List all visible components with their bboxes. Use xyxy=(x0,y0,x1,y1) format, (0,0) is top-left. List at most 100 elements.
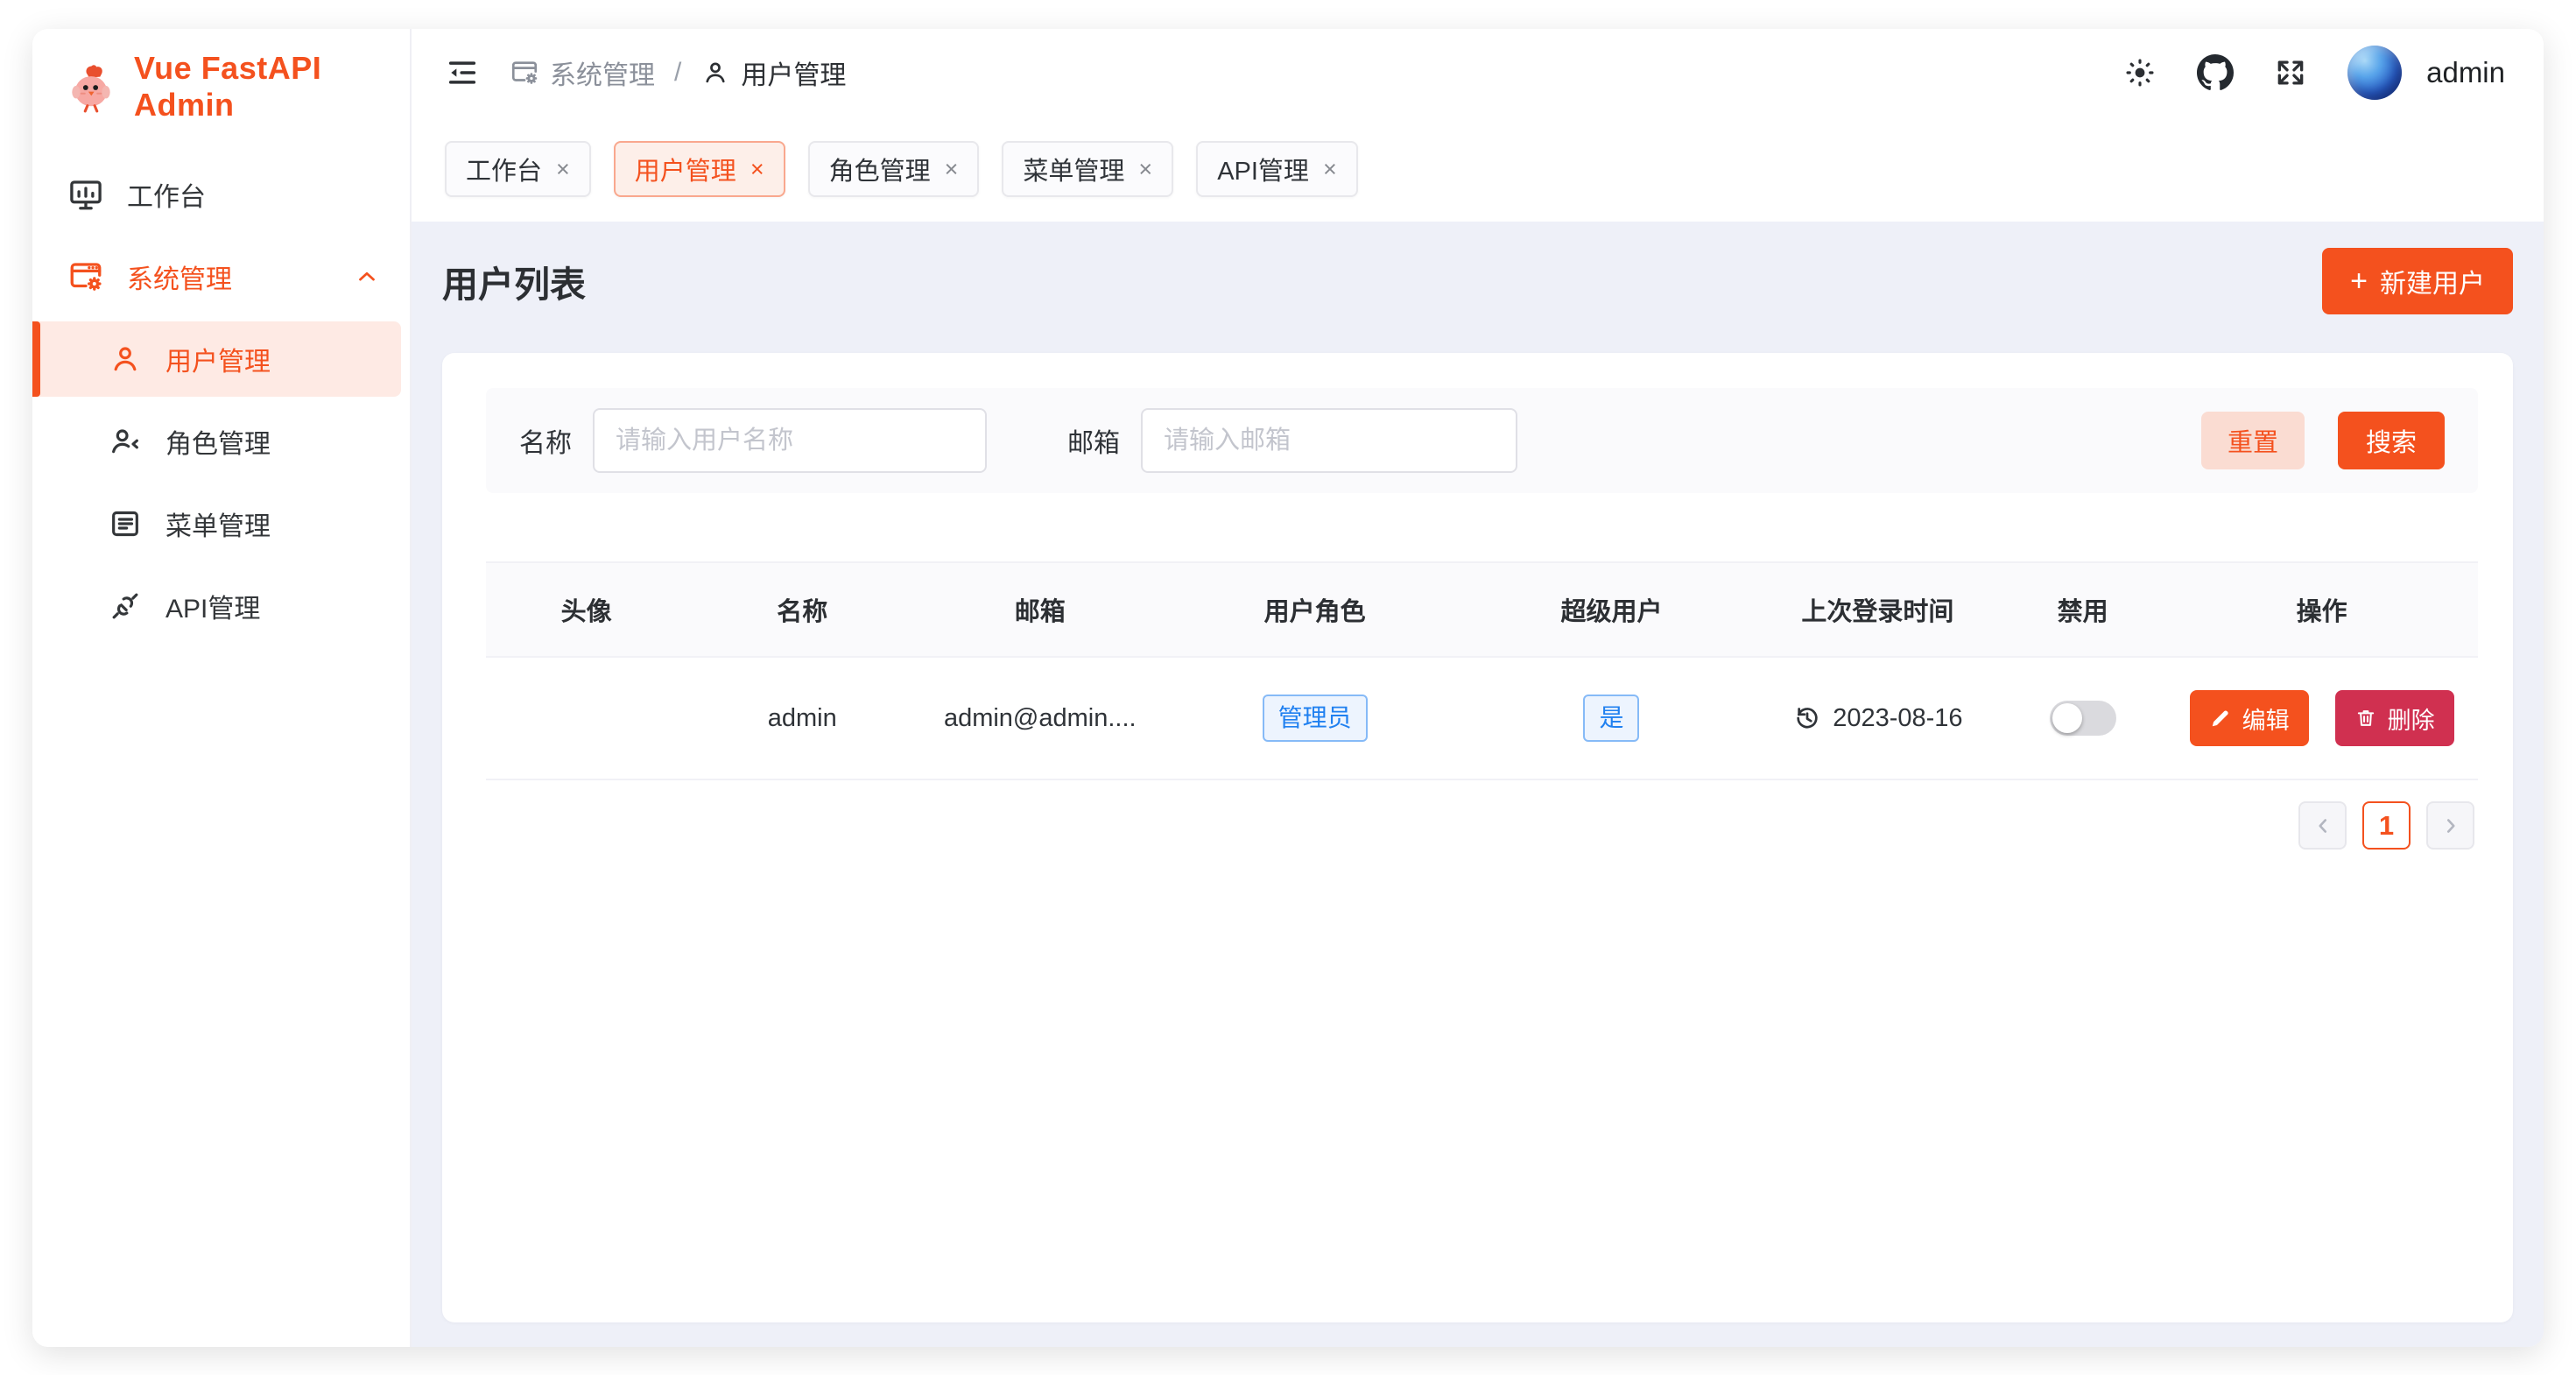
sidebar-item-workbench[interactable]: 工作台 xyxy=(32,157,410,232)
tab-close-icon[interactable]: × xyxy=(945,158,959,181)
sidebar-item-label: 用户管理 xyxy=(165,340,371,378)
tab-close-icon[interactable]: × xyxy=(1323,158,1337,181)
chick-logo-icon xyxy=(64,60,118,114)
reset-button[interactable]: 重置 xyxy=(2201,412,2305,469)
monitor-icon xyxy=(67,176,104,213)
tab-user-management[interactable]: 用户管理 × xyxy=(614,141,785,197)
delete-button[interactable]: 删除 xyxy=(2335,690,2454,746)
theme-light-icon[interactable] xyxy=(2123,56,2157,89)
topbar-right: admin xyxy=(2123,46,2505,100)
tab-close-icon[interactable]: × xyxy=(556,158,570,181)
menu-list-icon xyxy=(108,506,143,541)
chevron-right-icon xyxy=(2439,814,2462,837)
cell-actions: 编辑 删除 xyxy=(2165,690,2478,746)
email-filter-label: 邮箱 xyxy=(1067,421,1120,460)
column-header-avatar: 头像 xyxy=(486,591,686,628)
cell-last-login: 2023-08-16 xyxy=(1756,703,2000,733)
app-title: Vue FastAPI Admin xyxy=(134,50,410,123)
sidebar-item-label: 系统管理 xyxy=(127,257,331,296)
table-header-row: 头像 名称 邮箱 用户角色 超级用户 上次登录时间 禁用 操作 xyxy=(486,561,2478,658)
tab-label: 角色管理 xyxy=(829,151,931,187)
content-area: 用户列表 + 新建用户 名称 邮箱 重置 搜索 xyxy=(412,222,2544,1347)
edit-button-label: 编辑 xyxy=(2242,702,2290,736)
tab-close-icon[interactable]: × xyxy=(1138,158,1152,181)
sidebar-item-role-management[interactable]: 角色管理 xyxy=(32,404,410,479)
tab-label: API管理 xyxy=(1217,151,1309,187)
chevron-up-icon xyxy=(354,264,380,290)
disable-toggle[interactable] xyxy=(2050,701,2116,736)
column-header-disabled: 禁用 xyxy=(2000,591,2165,628)
logo[interactable]: Vue FastAPI Admin xyxy=(32,29,410,145)
filter-bar: 名称 邮箱 重置 搜索 xyxy=(486,388,2478,493)
tabs-bar: 工作台 × 用户管理 × 角色管理 × 菜单管理 × API管理 × xyxy=(412,116,2544,222)
app-window: Vue FastAPI Admin 工作台 xyxy=(32,29,2544,1347)
user-icon xyxy=(700,58,730,88)
pagination-next-button[interactable] xyxy=(2426,801,2474,850)
breadcrumb-label: 系统管理 xyxy=(550,53,655,92)
user-table: 头像 名称 邮箱 用户角色 超级用户 上次登录时间 禁用 操作 admin ad… xyxy=(486,561,2478,780)
username-label[interactable]: admin xyxy=(2426,56,2505,89)
page-title: 用户列表 xyxy=(442,255,586,307)
column-header-superuser: 超级用户 xyxy=(1467,591,1756,628)
search-button[interactable]: 搜索 xyxy=(2338,412,2445,469)
role-tag: 管理员 xyxy=(1263,695,1368,742)
pagination-prev-button[interactable] xyxy=(2298,801,2347,850)
role-icon xyxy=(108,424,143,459)
breadcrumb-label: 用户管理 xyxy=(741,53,846,92)
sidebar-item-api-management[interactable]: API管理 xyxy=(32,568,410,644)
user-list-card: 名称 邮箱 重置 搜索 头像 名称 邮箱 用户角色 超 xyxy=(442,353,2513,1322)
cell-superuser: 是 xyxy=(1467,695,1756,742)
user-avatar[interactable] xyxy=(2347,46,2402,100)
tab-role-management[interactable]: 角色管理 × xyxy=(808,141,980,197)
cell-email: admin@admin.... xyxy=(918,704,1162,733)
edit-button[interactable]: 编辑 xyxy=(2190,690,2309,746)
column-header-last-login: 上次登录时间 xyxy=(1756,591,2000,628)
user-icon xyxy=(108,342,143,377)
topbar: 系统管理 / 用户管理 xyxy=(412,29,2544,116)
column-header-email: 邮箱 xyxy=(918,591,1162,628)
column-header-actions: 操作 xyxy=(2165,591,2478,628)
window-gear-icon xyxy=(67,258,104,295)
breadcrumb: 系统管理 / 用户管理 xyxy=(510,53,846,92)
new-user-button[interactable]: + 新建用户 xyxy=(2322,248,2513,314)
sidebar-item-label: 工作台 xyxy=(127,175,380,214)
cell-role: 管理员 xyxy=(1162,695,1467,742)
github-icon[interactable] xyxy=(2197,54,2234,91)
name-filter-input[interactable] xyxy=(593,408,987,473)
email-filter-input[interactable] xyxy=(1141,408,1517,473)
cell-disabled xyxy=(2000,701,2165,736)
pagination: 1 xyxy=(486,801,2478,850)
sidebar: Vue FastAPI Admin 工作台 xyxy=(32,29,412,1347)
sidebar-item-label: 菜单管理 xyxy=(165,504,380,543)
fullscreen-icon[interactable] xyxy=(2274,56,2307,89)
tab-label: 菜单管理 xyxy=(1023,151,1124,187)
sidebar-item-system[interactable]: 系统管理 xyxy=(32,239,410,314)
pagination-page-1[interactable]: 1 xyxy=(2362,801,2411,850)
cell-name: admin xyxy=(686,704,918,733)
breadcrumb-user-management[interactable]: 用户管理 xyxy=(700,53,846,92)
breadcrumb-system-management[interactable]: 系统管理 xyxy=(510,53,655,92)
table-row: admin admin@admin.... 管理员 是 xyxy=(486,658,2478,780)
plus-icon: + xyxy=(2350,264,2368,299)
api-icon xyxy=(108,589,143,624)
collapse-sidebar-icon[interactable] xyxy=(445,55,480,90)
tab-close-icon[interactable]: × xyxy=(750,158,764,181)
tab-label: 用户管理 xyxy=(635,151,736,187)
sidebar-item-label: 角色管理 xyxy=(165,422,380,461)
page-header: 用户列表 + 新建用户 xyxy=(442,248,2513,314)
sidebar-menu: 工作台 系统管理 xyxy=(32,145,410,647)
sidebar-item-user-management[interactable]: 用户管理 xyxy=(32,321,401,397)
last-login-value: 2023-08-16 xyxy=(1833,704,1962,733)
history-clock-icon xyxy=(1792,703,1822,733)
superuser-tag: 是 xyxy=(1583,695,1639,742)
pencil-icon xyxy=(2209,707,2232,730)
tab-workbench[interactable]: 工作台 × xyxy=(445,141,591,197)
sidebar-item-menu-management[interactable]: 菜单管理 xyxy=(32,486,410,561)
tab-api-management[interactable]: API管理 × xyxy=(1196,141,1358,197)
new-user-button-label: 新建用户 xyxy=(2380,262,2485,300)
trash-icon xyxy=(2354,707,2377,730)
breadcrumb-separator: / xyxy=(674,58,681,88)
column-header-role: 用户角色 xyxy=(1162,591,1467,628)
tab-menu-management[interactable]: 菜单管理 × xyxy=(1002,141,1173,197)
sidebar-item-label: API管理 xyxy=(165,587,380,625)
